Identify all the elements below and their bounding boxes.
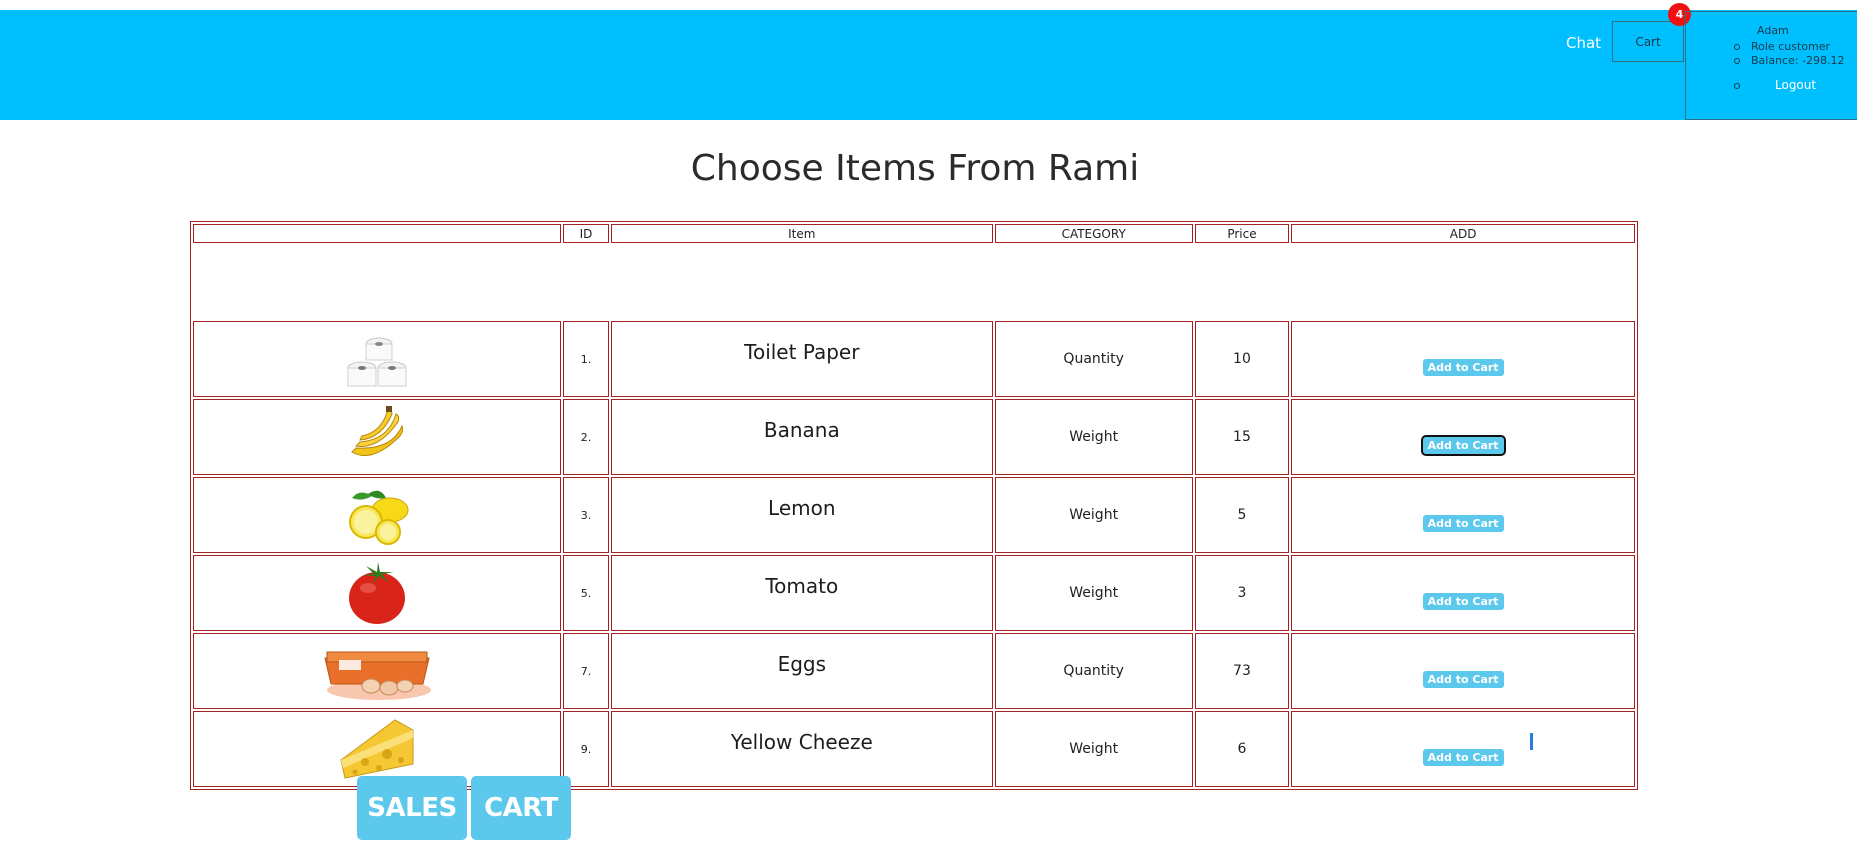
add-cell: Add to Cart: [1291, 321, 1635, 397]
item-category: Quantity: [994, 321, 1193, 397]
toilet-paper-icon: [347, 337, 407, 387]
product-image-cell: [193, 633, 562, 709]
add-to-cart-button[interactable]: Add to Cart: [1422, 592, 1504, 610]
add-cell: Add to Cart: [1291, 477, 1635, 553]
item-name: Lemon: [610, 477, 993, 553]
add-to-cart-button[interactable]: Add to Cart: [1422, 514, 1504, 532]
item-price: 15: [1194, 399, 1290, 475]
user-name: Adam: [1757, 24, 1789, 37]
item-id: 3.: [563, 477, 609, 553]
header-price: Price: [1194, 224, 1290, 243]
user-balance: Balance: -298.12: [1734, 54, 1845, 68]
logout-link[interactable]: Logout: [1775, 78, 1816, 92]
table-row: 5. Tomato Weight 3 Add to Cart: [193, 555, 1635, 631]
cart-nav-label: Cart: [1635, 35, 1661, 49]
banana-icon: [351, 406, 404, 456]
cheese-icon: [340, 719, 414, 779]
add-cell: Add to Cart: [1291, 711, 1635, 787]
table-header-row: ID Item CATEGORY Price ADD: [193, 224, 1635, 243]
item-name: Yellow Cheeze: [610, 711, 993, 787]
header-item: Item: [610, 224, 993, 243]
item-id: 2.: [563, 399, 609, 475]
item-name: Toilet Paper: [610, 321, 993, 397]
add-cell: Add to Cart: [1291, 399, 1635, 475]
item-category: Weight: [994, 555, 1193, 631]
item-id: 9.: [563, 711, 609, 787]
table-row: 7. Eggs Quantity 73 Add to Cart: [193, 633, 1635, 709]
item-price: 5: [1194, 477, 1290, 553]
header-id: ID: [563, 224, 609, 243]
sales-button[interactable]: SALES: [357, 776, 467, 840]
item-price: 73: [1194, 633, 1290, 709]
add-to-cart-button[interactable]: Add to Cart: [1422, 358, 1504, 376]
add-cell: Add to Cart: [1291, 633, 1635, 709]
product-image-cell: [193, 555, 562, 631]
add-to-cart-button[interactable]: Add to Cart: [1422, 748, 1504, 766]
cart-nav-button[interactable]: Cart: [1612, 21, 1684, 62]
header-add: ADD: [1291, 224, 1635, 243]
table-row: 2. Banana Weight 15 Add to Cart: [193, 399, 1635, 475]
item-name: Tomato: [610, 555, 993, 631]
items-table: ID Item CATEGORY Price ADD 1. Toilet Pap…: [190, 221, 1638, 790]
item-price: 6: [1194, 711, 1290, 787]
page-title: Choose Items From Rami: [690, 148, 1140, 189]
item-id: 1.: [563, 321, 609, 397]
eggs-icon: [324, 651, 432, 700]
chat-link[interactable]: Chat: [1566, 34, 1601, 52]
lemon-icon: [349, 490, 409, 545]
item-name: Banana: [610, 399, 993, 475]
item-category: Weight: [994, 711, 1193, 787]
product-image-cell: [193, 477, 562, 553]
item-category: Weight: [994, 477, 1193, 553]
add-cell: Add to Cart: [1291, 555, 1635, 631]
user-info-list: Role customer Balance: -298.12: [1734, 40, 1845, 68]
item-name: Eggs: [610, 633, 993, 709]
add-to-cart-button[interactable]: Add to Cart: [1420, 434, 1506, 456]
table-row: 3. Lemon Weight 5 Add to Cart: [193, 477, 1635, 553]
header-category: CATEGORY: [994, 224, 1193, 243]
item-id: 5.: [563, 555, 609, 631]
item-id: 7.: [563, 633, 609, 709]
item-category: Quantity: [994, 633, 1193, 709]
add-to-cart-button[interactable]: Add to Cart: [1422, 670, 1504, 688]
item-category: Weight: [994, 399, 1193, 475]
product-image-cell: [193, 321, 562, 397]
product-image-cell: [193, 399, 562, 475]
text-cursor: [1530, 733, 1534, 750]
user-role: Role customer: [1734, 40, 1845, 54]
header-image: [193, 224, 562, 243]
spacer-row: [193, 245, 1635, 319]
user-dropdown: Adam Role customer Balance: -298.12 Logo…: [1685, 11, 1857, 120]
top-navbar: Chat Cart: [0, 10, 1857, 120]
tomato-icon: [349, 562, 406, 624]
table-row: 1. Toilet Paper Quantity 10 Add to Cart: [193, 321, 1635, 397]
item-price: 3: [1194, 555, 1290, 631]
cart-button[interactable]: CART: [471, 776, 571, 840]
item-price: 10: [1194, 321, 1290, 397]
